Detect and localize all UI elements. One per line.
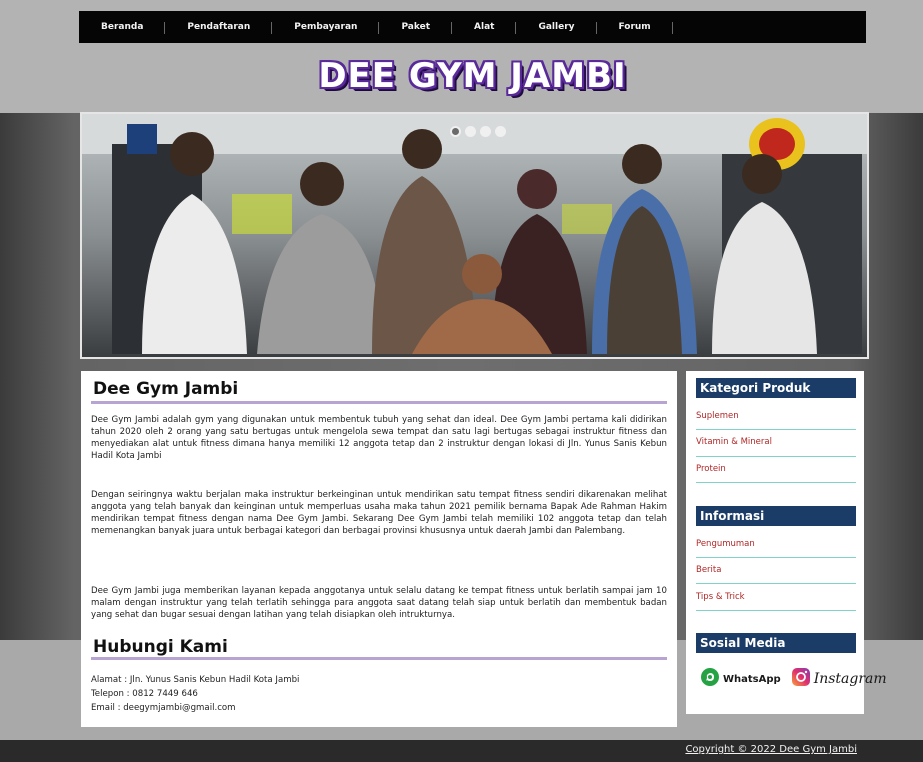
nav-pendaftaran[interactable]: Pendaftaran bbox=[165, 22, 273, 34]
main-navigation: Beranda Pendaftaran Pembayaran Paket Ala… bbox=[79, 11, 866, 43]
contact-email: Email : deegymjambi@gmail.com bbox=[91, 703, 236, 713]
about-title: Dee Gym Jambi bbox=[93, 379, 239, 399]
nav-paket[interactable]: Paket bbox=[379, 22, 452, 34]
about-paragraph-1: Dee Gym Jambi adalah gym yang digunakan … bbox=[91, 415, 667, 461]
sidebar-item-protein[interactable]: Protein bbox=[696, 464, 856, 474]
nav-forum[interactable]: Forum bbox=[597, 22, 673, 34]
sidebar-item-tips[interactable]: Tips & Trick bbox=[696, 592, 856, 602]
image-slider[interactable] bbox=[80, 112, 869, 359]
slider-pagination bbox=[450, 126, 506, 137]
sidebar-divider bbox=[696, 482, 856, 483]
slider-dot-2[interactable] bbox=[465, 126, 476, 137]
slider-photo bbox=[82, 114, 867, 357]
whatsapp-icon bbox=[700, 667, 720, 691]
site-logo-title[interactable]: DEE GYM JAMBI bbox=[0, 56, 923, 96]
nav-pembayaran[interactable]: Pembayaran bbox=[272, 22, 380, 34]
sidebar-item-berita[interactable]: Berita bbox=[696, 565, 856, 575]
sidebar-divider bbox=[696, 557, 856, 558]
contact-title-underline bbox=[91, 657, 667, 660]
sidebar-divider bbox=[696, 583, 856, 584]
instagram-link[interactable]: Instagram bbox=[791, 667, 887, 691]
footer: Copyright © 2022 Dee Gym Jambi bbox=[0, 740, 923, 762]
slider-dot-4[interactable] bbox=[495, 126, 506, 137]
whatsapp-label: WhatsApp bbox=[723, 673, 781, 685]
sidebar-item-suplemen[interactable]: Suplemen bbox=[696, 411, 856, 421]
about-paragraph-3: Dee Gym Jambi juga memberikan layanan ke… bbox=[91, 586, 667, 620]
contact-address: Alamat : Jln. Yunus Sanis Kebun Hadil Ko… bbox=[91, 675, 300, 685]
sidebar-sosial-title: Sosial Media bbox=[696, 633, 856, 653]
sidebar-divider bbox=[696, 456, 856, 457]
sidebar-divider bbox=[696, 429, 856, 430]
instagram-icon bbox=[791, 667, 811, 691]
about-paragraph-2: Dengan seiringnya waktu berjalan maka in… bbox=[91, 490, 667, 536]
whatsapp-link[interactable]: WhatsApp bbox=[700, 667, 781, 691]
instagram-label: Instagram bbox=[813, 671, 887, 687]
contact-phone: Telepon : 0812 7449 646 bbox=[91, 689, 198, 699]
sidebar: Kategori Produk Suplemen Vitamin & Miner… bbox=[686, 371, 887, 714]
sidebar-item-pengumuman[interactable]: Pengumuman bbox=[696, 539, 856, 549]
copyright-link[interactable]: Copyright © 2022 Dee Gym Jambi bbox=[685, 744, 857, 755]
slider-dot-1[interactable] bbox=[450, 126, 461, 137]
about-title-underline bbox=[91, 401, 667, 404]
sidebar-item-vitamin[interactable]: Vitamin & Mineral bbox=[696, 437, 856, 447]
slider-dot-3[interactable] bbox=[480, 126, 491, 137]
social-links: WhatsApp Instagram bbox=[700, 667, 887, 691]
contact-title: Hubungi Kami bbox=[93, 637, 228, 657]
nav-gallery[interactable]: Gallery bbox=[516, 22, 597, 34]
nav-beranda[interactable]: Beranda bbox=[79, 22, 166, 34]
sidebar-kategori-title: Kategori Produk bbox=[696, 378, 856, 398]
sidebar-divider bbox=[696, 610, 856, 611]
sidebar-informasi-title: Informasi bbox=[696, 506, 856, 526]
main-content: Dee Gym Jambi Dee Gym Jambi adalah gym y… bbox=[81, 371, 677, 727]
nav-alat[interactable]: Alat bbox=[452, 22, 517, 34]
